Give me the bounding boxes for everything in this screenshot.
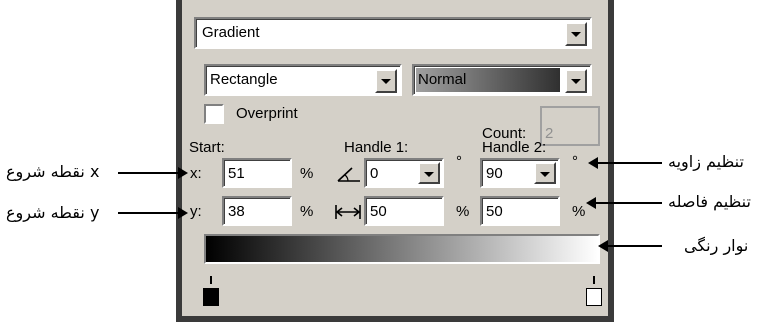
start-x-percent: %	[300, 165, 314, 182]
start-y-value: 38	[228, 203, 245, 220]
blend-mode-select[interactable]: Normal	[412, 64, 592, 96]
arrow-distance-head	[586, 197, 596, 209]
arrow-angle-line	[598, 162, 662, 164]
handle1-angle-select[interactable]: 0	[364, 158, 444, 188]
overprint-label: Overprint	[236, 105, 298, 122]
handle1-distance-percent: %	[456, 203, 470, 220]
handle2-distance-percent: %	[572, 203, 586, 220]
x-label: x:	[190, 165, 202, 182]
handle1-degree: °	[456, 153, 462, 170]
fill-type-select[interactable]: Gradient	[194, 17, 592, 49]
arrow-start-y-line	[118, 212, 180, 214]
handle2-angle-value: 90	[486, 165, 503, 182]
arrow-color-bar-line	[608, 245, 662, 247]
distance-icon	[334, 204, 362, 220]
handle2-angle-dropdown-button[interactable]	[534, 162, 556, 184]
handle2-distance-input[interactable]: 50	[480, 196, 560, 226]
shape-value: Rectangle	[210, 71, 278, 88]
fill-type-dropdown-button[interactable]	[565, 22, 587, 46]
arrow-start-x-head	[178, 167, 188, 179]
handle2-distance-value: 50	[486, 203, 503, 220]
handle1-distance-input[interactable]: 50	[364, 196, 444, 226]
start-color-stop[interactable]	[203, 276, 219, 308]
shape-dropdown-button[interactable]	[375, 69, 397, 93]
panel-frame-right	[608, 0, 614, 322]
annotation-angle: تنظیم زاویه	[668, 152, 744, 171]
arrow-start-x-line	[118, 172, 180, 174]
arrow-color-bar-head	[598, 240, 608, 252]
fill-type-value: Gradient	[202, 24, 260, 41]
arrow-start-y-head	[178, 207, 188, 219]
handle1-angle-value: 0	[370, 165, 379, 182]
blend-mode-dropdown-button[interactable]	[565, 69, 587, 93]
start-x-input[interactable]: 51	[222, 158, 292, 188]
handle1-distance-value: 50	[370, 203, 387, 220]
blend-mode-value: Normal	[418, 71, 467, 88]
handle1-angle-dropdown-button[interactable]	[418, 162, 440, 184]
panel-frame-left	[176, 0, 182, 322]
handle2-degree: °	[572, 153, 578, 170]
gradient-color-bar[interactable]	[204, 234, 600, 264]
annotation-start-x: x نقطه شروع	[6, 162, 100, 181]
handle2-angle-select[interactable]: 90	[480, 158, 560, 188]
end-color-stop[interactable]	[586, 276, 602, 308]
start-x-value: 51	[228, 165, 245, 182]
start-y-input[interactable]: 38	[222, 196, 292, 226]
arrow-angle-head	[588, 157, 598, 169]
annotation-distance: تنظیم فاصله	[668, 192, 751, 211]
start-y-percent: %	[300, 203, 314, 220]
arrow-distance-line	[596, 202, 662, 204]
count-value: 2	[545, 125, 554, 142]
angle-icon	[336, 164, 362, 184]
y-label: y:	[190, 203, 202, 220]
start-label: Start:	[189, 139, 225, 156]
overprint-checkbox[interactable]	[204, 104, 224, 124]
annotation-start-y: y نقطه شروع	[6, 203, 100, 222]
annotation-color-bar: نوار رنگی	[684, 236, 749, 255]
handle1-label: Handle 1:	[344, 139, 409, 156]
count-field: 2	[540, 106, 600, 146]
handle2-label: Handle 2:	[482, 139, 547, 156]
panel-frame-bottom	[176, 316, 614, 322]
shape-select[interactable]: Rectangle	[204, 64, 402, 96]
